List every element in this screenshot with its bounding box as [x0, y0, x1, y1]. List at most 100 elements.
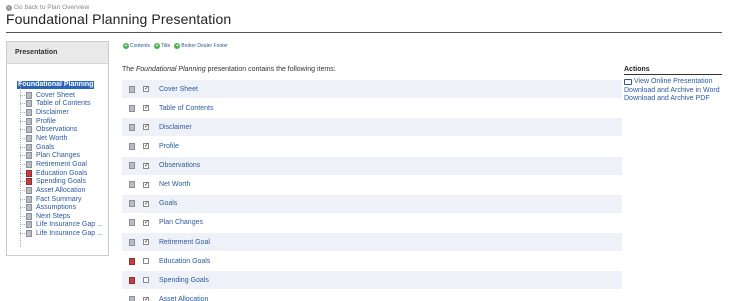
- document-icon: [26, 117, 32, 125]
- sidebar-tree-item[interactable]: Disclaimer: [20, 108, 108, 117]
- include-checkbox[interactable]: ✓: [143, 124, 149, 131]
- list-item[interactable]: ✓ Disclaimer: [122, 118, 622, 138]
- document-icon-red: [26, 169, 32, 177]
- presentation-items-list: ✓ Cover Sheet ✓ Table of Contents ✓ Disclaime…: [122, 80, 622, 301]
- sidebar-tree-item[interactable]: Assumptions: [20, 203, 108, 212]
- list-item[interactable]: ✓ Net Worth: [122, 176, 622, 195]
- monitor-icon: [624, 79, 632, 86]
- document-icon: [129, 200, 135, 208]
- include-checkbox[interactable]: ✓: [143, 143, 149, 150]
- sidebar-tree-item[interactable]: Goals: [20, 143, 108, 152]
- action-label: Download and Archive in Word: [624, 86, 720, 94]
- sidebar-tree-item[interactable]: Asset Allocation: [20, 186, 108, 195]
- list-item-label[interactable]: Plan Changes: [159, 219, 203, 226]
- sidebar-tree-item[interactable]: Retirement Goal: [20, 160, 108, 169]
- list-item-label[interactable]: Profile: [159, 143, 179, 150]
- list-item[interactable]: ✓ Observations: [122, 156, 622, 176]
- presentation-sidebar: Presentation Foundational Planning Cover…: [6, 41, 109, 256]
- presentation-tree: Foundational Planning Cover Sheet Table o…: [7, 73, 108, 247]
- list-item[interactable]: ✓ Profile: [122, 137, 622, 157]
- list-item[interactable]: ✓ Retirement Goal: [122, 233, 622, 253]
- sidebar-tree-item[interactable]: Observations: [20, 126, 108, 135]
- list-item[interactable]: ✓ Goals: [122, 194, 622, 214]
- list-item[interactable]: ✓ Table of Contents: [122, 99, 622, 119]
- document-icon: [26, 100, 32, 108]
- include-checkbox[interactable]: ✓: [143, 219, 149, 226]
- sidebar-heading: Presentation: [7, 42, 108, 64]
- plus-icon: +: [174, 43, 181, 49]
- sidebar-tree-item[interactable]: Table of Contents: [20, 100, 108, 109]
- list-item[interactable]: ✓ Cover Sheet: [122, 80, 622, 99]
- include-checkbox[interactable]: ✓: [143, 239, 149, 246]
- include-checkbox[interactable]: ✓: [143, 162, 149, 169]
- document-icon: [129, 181, 135, 189]
- list-item[interactable]: Education Goals: [122, 252, 622, 272]
- document-icon: [26, 160, 32, 168]
- sidebar-tree-item[interactable]: Net Worth: [20, 134, 108, 143]
- document-icon: [26, 204, 32, 212]
- tree-root-item[interactable]: Foundational Planning: [17, 81, 95, 89]
- document-icon: [26, 152, 32, 160]
- sidebar-tree-item[interactable]: Profile: [20, 117, 108, 126]
- section-tabs: + Contents + Title + Broker Dealer Foote…: [123, 43, 228, 49]
- list-item[interactable]: ✓ Asset Allocation: [122, 291, 622, 301]
- document-icon: [26, 91, 32, 99]
- tab-label: Broker Dealer Footer: [181, 43, 228, 49]
- tree-connector: [20, 81, 21, 247]
- list-item-label[interactable]: Education Goals: [159, 258, 210, 265]
- sidebar-tree-item-label: Assumptions: [36, 204, 77, 212]
- sidebar-tree-item[interactable]: Cover Sheet: [20, 91, 108, 100]
- include-checkbox[interactable]: [143, 277, 149, 284]
- list-item-label[interactable]: Cover Sheet: [159, 86, 198, 93]
- list-item-label[interactable]: Goals: [159, 200, 177, 207]
- intro-suffix: presentation contains the following item…: [205, 66, 336, 73]
- sidebar-tree-item[interactable]: Life Insurance Gap ...: [20, 229, 108, 238]
- include-checkbox[interactable]: [143, 258, 149, 265]
- document-icon: [26, 195, 32, 203]
- document-icon: [26, 230, 32, 238]
- sidebar-tree-item-label: Asset Allocation: [36, 186, 86, 194]
- include-checkbox[interactable]: ✓: [143, 200, 149, 207]
- sidebar-tree-item-label: Goals: [36, 143, 55, 151]
- include-checkbox[interactable]: ✓: [143, 296, 149, 301]
- list-item-label[interactable]: Retirement Goal: [159, 239, 210, 246]
- list-item-label[interactable]: Spending Goals: [159, 277, 209, 284]
- download-pdf-link[interactable]: Download and Archive PDF: [624, 95, 722, 104]
- back-link[interactable]: ‹ Go back to Plan Overview: [6, 4, 89, 11]
- tab-label: Title: [161, 43, 171, 49]
- sidebar-tree-item[interactable]: Fact Summary: [20, 195, 108, 204]
- sidebar-tree-item-label: Observations: [36, 126, 78, 134]
- document-icon: [129, 104, 135, 112]
- list-item[interactable]: Spending Goals: [122, 271, 622, 291]
- list-item-label[interactable]: Observations: [159, 162, 200, 169]
- list-item-label[interactable]: Table of Contents: [159, 105, 213, 112]
- document-icon: [129, 296, 135, 301]
- intro-presentation-name: Foundational Planning: [136, 66, 206, 73]
- action-label: Download and Archive PDF: [624, 95, 710, 103]
- tab-broker-dealer-footer[interactable]: + Broker Dealer Footer: [174, 43, 228, 49]
- document-icon: [26, 221, 32, 229]
- list-item-label[interactable]: Asset Allocation: [159, 296, 208, 301]
- sidebar-tree-item-label: Plan Changes: [36, 152, 80, 160]
- download-word-link[interactable]: Download and Archive in Word: [624, 87, 722, 96]
- plus-icon: +: [154, 43, 161, 49]
- tab-title[interactable]: + Title: [154, 43, 170, 49]
- include-checkbox[interactable]: ✓: [143, 181, 149, 188]
- document-icon: [26, 143, 32, 151]
- tab-contents[interactable]: + Contents: [123, 43, 150, 49]
- sidebar-tree-item[interactable]: Spending Goals: [20, 177, 108, 186]
- sidebar-tree-item-label: Retirement Goal: [36, 160, 87, 168]
- list-item[interactable]: ✓ Plan Changes: [122, 214, 622, 233]
- list-item-label[interactable]: Disclaimer: [159, 124, 192, 131]
- sidebar-tree-item-label: Life Insurance Gap ...: [36, 221, 103, 229]
- sidebar-tree-item[interactable]: Next Steps: [20, 212, 108, 221]
- sidebar-tree-item[interactable]: Plan Changes: [20, 151, 108, 160]
- document-icon: [26, 212, 32, 220]
- include-checkbox[interactable]: ✓: [143, 86, 149, 92]
- back-arrow-icon: ‹: [6, 4, 12, 11]
- sidebar-tree-item[interactable]: Education Goals: [20, 169, 108, 178]
- sidebar-tree-item[interactable]: Life Insurance Gap ...: [20, 221, 108, 230]
- view-online-presentation-link[interactable]: View Online Presentation: [624, 78, 722, 87]
- list-item-label[interactable]: Net Worth: [159, 181, 190, 188]
- include-checkbox[interactable]: ✓: [143, 105, 149, 112]
